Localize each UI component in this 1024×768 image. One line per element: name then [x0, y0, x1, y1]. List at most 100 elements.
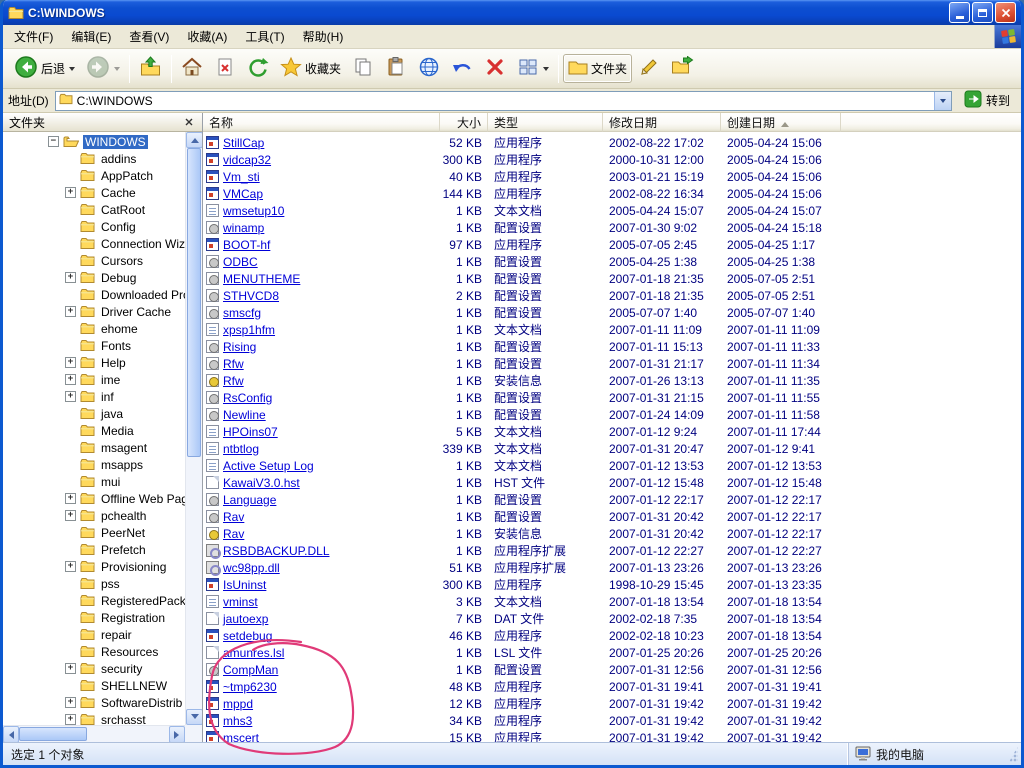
back-button[interactable]: 后退 [9, 51, 80, 86]
file-row[interactable]: smscfg1 KB配置设置2005-07-07 1:402005-07-07 … [203, 304, 1021, 321]
tree-item[interactable]: Prefetch [65, 541, 185, 558]
file-name-link[interactable]: RsConfig [223, 391, 272, 405]
menu-item[interactable]: 编辑(E) [62, 25, 120, 48]
paste-button[interactable] [380, 52, 412, 85]
favorites-button[interactable]: 收藏夹 [275, 52, 346, 85]
file-row[interactable]: Rfw1 KB安装信息2007-01-26 13:132007-01-11 11… [203, 372, 1021, 389]
tree-item[interactable]: pss [65, 575, 185, 592]
file-name-link[interactable]: winamp [223, 221, 264, 235]
file-row[interactable]: Rav1 KB安装信息2007-01-31 20:422007-01-12 22… [203, 525, 1021, 542]
tree-item[interactable]: +pchealth [65, 507, 185, 524]
file-name-link[interactable]: Rav [223, 527, 244, 541]
file-row[interactable]: Language1 KB配置设置2007-01-12 22:172007-01-… [203, 491, 1021, 508]
scroll-thumb[interactable] [187, 148, 201, 457]
tree-item[interactable]: RegisteredPacks [65, 592, 185, 609]
close-folders-pane-button[interactable] [181, 115, 196, 129]
file-name-link[interactable]: HPOins07 [223, 425, 278, 439]
menu-item[interactable]: 帮助(H) [294, 25, 353, 48]
home-button[interactable] [176, 52, 208, 85]
file-row[interactable]: amunres.lsl1 KBLSL 文件2007-01-25 20:26200… [203, 644, 1021, 661]
file-row[interactable]: KawaiV3.0.hst1 KBHST 文件2007-01-12 15:482… [203, 474, 1021, 491]
tree-item[interactable]: Media [65, 422, 185, 439]
edit-button[interactable] [633, 52, 665, 85]
tree-item[interactable]: Registration [65, 609, 185, 626]
tree-item[interactable]: +Provisioning [65, 558, 185, 575]
tree-expand-toggle[interactable]: + [65, 357, 76, 368]
file-name-link[interactable]: RSBDBACKUP.DLL [223, 544, 330, 558]
maximize-button[interactable] [972, 2, 993, 23]
file-name-link[interactable]: CompMan [223, 663, 278, 677]
file-name-link[interactable]: mscert [223, 731, 259, 743]
tree-horizontal-scrollbar[interactable] [3, 725, 185, 742]
file-row[interactable]: xpsp1hfm1 KB文本文档2007-01-11 11:092007-01-… [203, 321, 1021, 338]
undo-button[interactable] [446, 52, 478, 85]
scroll-track[interactable] [19, 726, 169, 742]
tree-item[interactable]: java [65, 405, 185, 422]
file-row[interactable]: winamp1 KB配置设置2007-01-30 9:022005-04-24 … [203, 219, 1021, 236]
file-name-link[interactable]: ntbtlog [223, 442, 259, 456]
menu-item[interactable]: 文件(F) [5, 25, 62, 48]
tree-expand-toggle[interactable]: + [65, 561, 76, 572]
column-header-size[interactable]: 大小 [440, 113, 488, 132]
go-button[interactable]: 转到 [958, 90, 1016, 111]
file-row[interactable]: ODBC1 KB配置设置2005-04-25 1:382005-04-25 1:… [203, 253, 1021, 270]
file-name-link[interactable]: KawaiV3.0.hst [223, 476, 300, 490]
tree-expand-toggle[interactable]: + [65, 306, 76, 317]
resize-grip[interactable] [1006, 743, 1021, 765]
file-name-link[interactable]: ~tmp6230 [223, 680, 277, 694]
file-row[interactable]: vidcap32300 KB应用程序2000-10-31 12:002005-0… [203, 151, 1021, 168]
file-row[interactable]: Active Setup Log1 KB文本文档2007-01-12 13:53… [203, 457, 1021, 474]
scroll-down-button[interactable] [186, 709, 202, 725]
close-button[interactable] [995, 2, 1016, 23]
minimize-button[interactable] [949, 2, 970, 23]
file-name-link[interactable]: jautoexp [223, 612, 268, 626]
file-row[interactable]: MENUTHEME1 KB配置设置2007-01-18 21:352005-07… [203, 270, 1021, 287]
scroll-track[interactable] [186, 148, 202, 709]
internet-button[interactable] [413, 52, 445, 85]
file-name-link[interactable]: vminst [223, 595, 258, 609]
file-name-link[interactable]: StillCap [223, 136, 264, 150]
tree-expand-toggle[interactable]: + [65, 391, 76, 402]
file-row[interactable]: mppd12 KB应用程序2007-01-31 19:422007-01-31 … [203, 695, 1021, 712]
file-name-link[interactable]: vidcap32 [223, 153, 271, 167]
file-name-link[interactable]: BOOT-hf [223, 238, 270, 252]
tree-item[interactable]: AppPatch [65, 167, 185, 184]
tree-item[interactable]: mui [65, 473, 185, 490]
tree-expand-toggle[interactable]: + [65, 374, 76, 385]
file-name-link[interactable]: Newline [223, 408, 266, 422]
delete-file-button[interactable] [209, 52, 241, 85]
file-name-link[interactable]: wc98pp.dll [223, 561, 280, 575]
file-row[interactable]: vminst3 KB文本文档2007-01-18 13:542007-01-18… [203, 593, 1021, 610]
file-row[interactable]: RsConfig1 KB配置设置2007-01-31 21:152007-01-… [203, 389, 1021, 406]
file-name-link[interactable]: mppd [223, 697, 253, 711]
address-dropdown-button[interactable] [934, 92, 951, 110]
tree-item[interactable]: +Debug [65, 269, 185, 286]
file-name-link[interactable]: Rising [223, 340, 256, 354]
scroll-thumb[interactable] [19, 727, 87, 741]
file-name-link[interactable]: Rfw [223, 357, 244, 371]
file-name-link[interactable]: mhs3 [223, 714, 252, 728]
file-name-link[interactable]: Language [223, 493, 276, 507]
file-name-link[interactable]: VMCap [223, 187, 263, 201]
file-row[interactable]: IsUninst300 KB应用程序1998-10-29 15:452007-0… [203, 576, 1021, 593]
tree-item[interactable]: Cursors [65, 252, 185, 269]
file-name-link[interactable]: amunres.lsl [223, 646, 284, 660]
move-to-button[interactable] [666, 52, 699, 85]
file-row[interactable]: mscert15 KB应用程序2007-01-31 19:422007-01-3… [203, 729, 1021, 742]
file-row[interactable]: HPOins075 KB文本文档2007-01-12 9:242007-01-1… [203, 423, 1021, 440]
tree-item[interactable]: Config [65, 218, 185, 235]
tree-item[interactable]: Fonts [65, 337, 185, 354]
title-bar[interactable]: C:\WINDOWS [3, 0, 1021, 25]
file-row[interactable]: wc98pp.dll51 KB应用程序扩展2007-01-13 23:26200… [203, 559, 1021, 576]
column-header-modified[interactable]: 修改日期 [603, 113, 721, 132]
menu-item[interactable]: 查看(V) [120, 25, 178, 48]
file-row[interactable]: jautoexp7 KBDAT 文件2002-02-18 7:352007-01… [203, 610, 1021, 627]
file-row[interactable]: wmsetup101 KB文本文档2005-04-24 15:072005-04… [203, 202, 1021, 219]
scroll-up-button[interactable] [186, 132, 202, 148]
address-input[interactable]: C:\WINDOWS [55, 91, 952, 111]
file-name-link[interactable]: wmsetup10 [223, 204, 284, 218]
file-row[interactable]: Rfw1 KB配置设置2007-01-31 21:172007-01-11 11… [203, 355, 1021, 372]
file-row[interactable]: setdebug46 KB应用程序2002-02-18 10:232007-01… [203, 627, 1021, 644]
tree-expand-toggle[interactable]: + [65, 663, 76, 674]
tree-item[interactable]: +inf [65, 388, 185, 405]
